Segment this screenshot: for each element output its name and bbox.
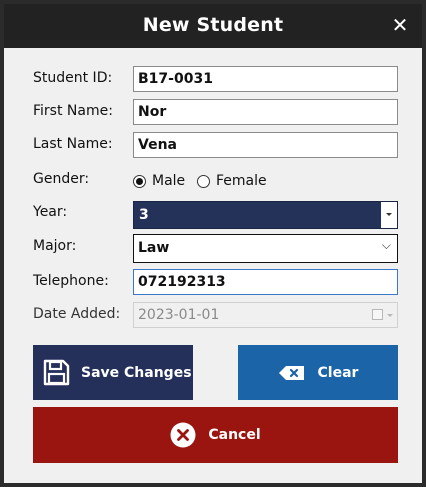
year-label: Year: [33, 204, 68, 220]
date-added-value: 2023-01-01 [138, 307, 220, 323]
gender-option-female-label: Female [216, 173, 267, 189]
save-changes-button[interactable]: Save Changes [33, 345, 193, 400]
student-id-input[interactable]: B17-0031 [133, 66, 398, 92]
floppy-disk-icon [43, 359, 70, 386]
dialog-title: New Student [142, 14, 284, 36]
radio-checked-icon [133, 174, 146, 188]
first-name-input[interactable]: Nor [133, 99, 398, 125]
date-added-picker: 2023-01-01 [133, 302, 398, 328]
telephone-input[interactable]: 072192313 [133, 269, 398, 295]
year-select[interactable]: 3 [133, 201, 398, 229]
major-label: Major: [33, 238, 77, 254]
close-circle-icon [170, 422, 196, 448]
cancel-label: Cancel [208, 427, 261, 443]
gender-radio-female[interactable]: Female [197, 173, 267, 189]
radio-unchecked-icon [197, 174, 210, 188]
telephone-label: Telephone: [33, 273, 109, 289]
last-name-label: Last Name: [33, 136, 113, 152]
backspace-icon [278, 365, 304, 380]
date-added-label: Date Added: [33, 306, 121, 322]
save-changes-label: Save Changes [81, 365, 192, 381]
gender-option-male-label: Male [152, 173, 186, 189]
major-select[interactable]: Law ⌵ [133, 234, 398, 263]
gender-label: Gender: [33, 171, 90, 187]
chevron-down-icon: ⌵ [381, 238, 391, 252]
close-icon[interactable]: ✕ [388, 13, 412, 37]
cancel-button[interactable]: Cancel [33, 407, 398, 463]
last-name-input[interactable]: Vena [133, 132, 398, 158]
year-selected-value: 3 [139, 207, 149, 223]
clear-button[interactable]: Clear [238, 345, 398, 400]
calendar-icon [372, 309, 383, 320]
student-id-label: Student ID: [33, 70, 113, 86]
first-name-label: First Name: [33, 103, 113, 119]
title-bar: New Student ✕ [4, 4, 422, 48]
major-selected-value: Law [138, 240, 170, 256]
dropdown-arrow-icon [387, 314, 393, 317]
clear-label: Clear [317, 364, 359, 381]
gender-radio-male[interactable]: Male [133, 173, 185, 189]
new-student-dialog: New Student ✕ Student ID: B17-0031 First… [0, 0, 426, 487]
dropdown-arrow-icon[interactable] [381, 202, 397, 228]
